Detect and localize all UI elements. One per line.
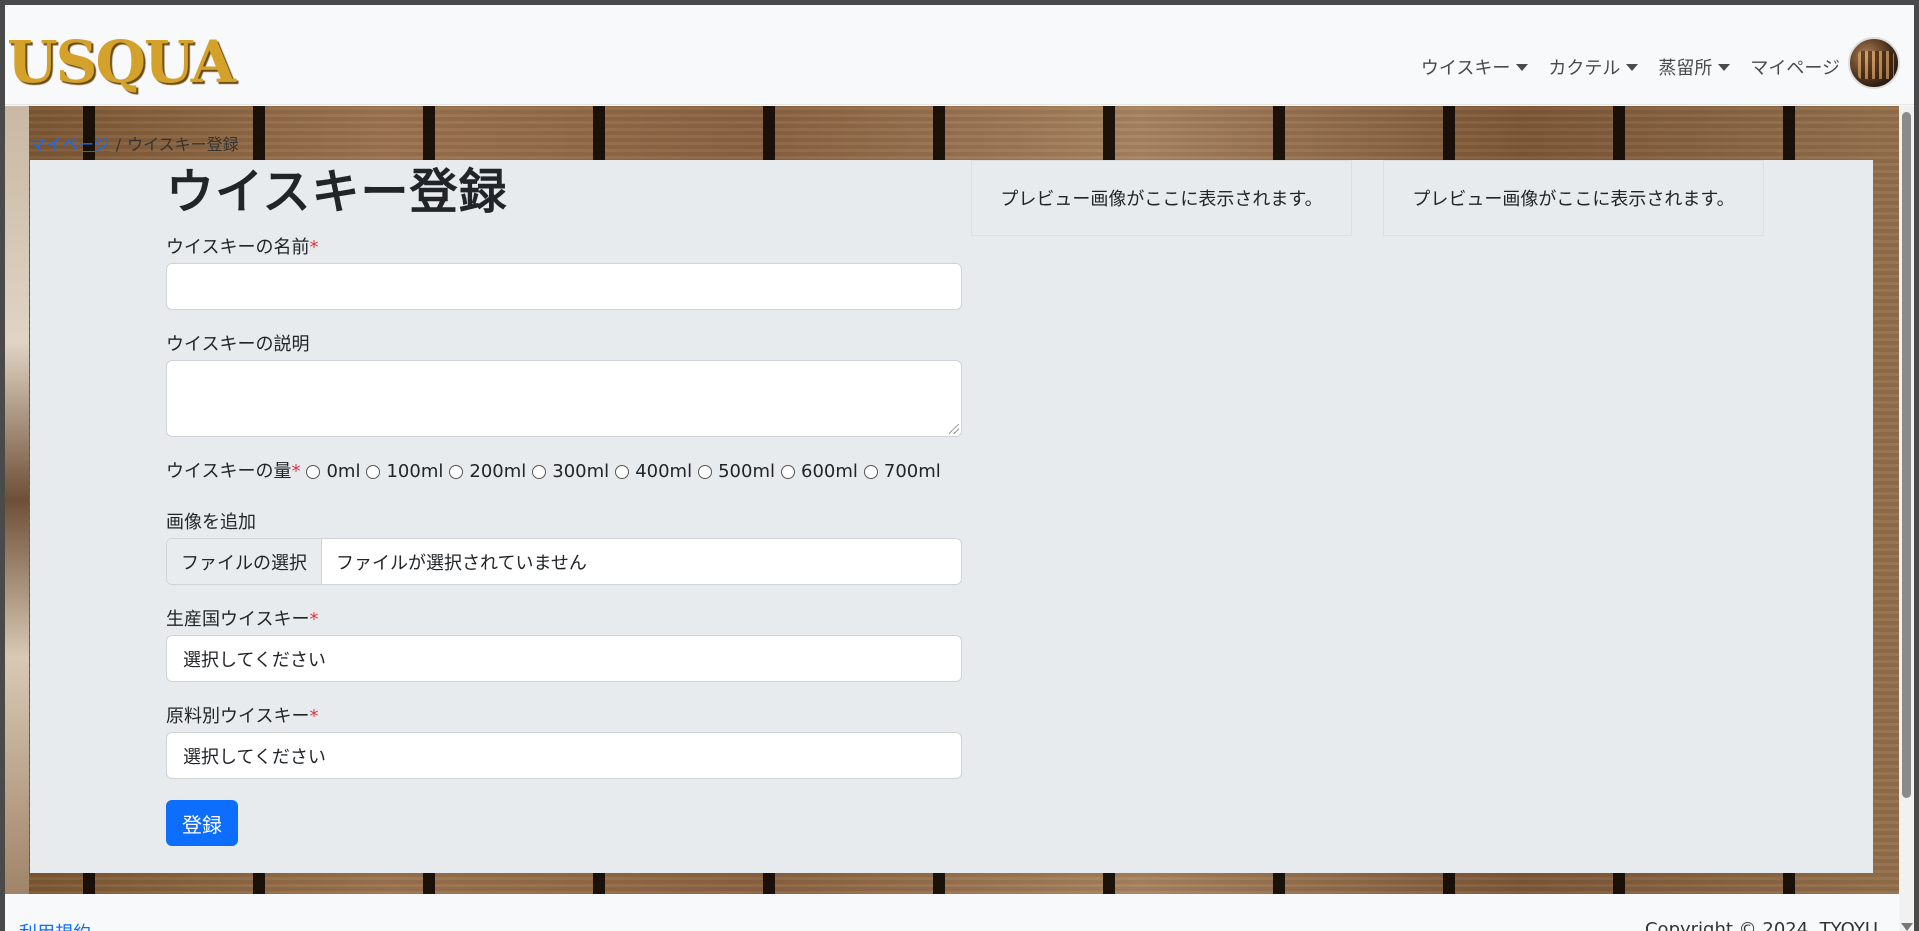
radio-icon[interactable] [532,465,547,479]
description-label: ウイスキーの説明 [166,334,310,355]
caret-down-icon [1516,63,1529,71]
navbar: USQUA ウイスキー カクテル 蒸留所 マイページ [5,5,1914,105]
breadcrumb-separator: / [115,135,122,154]
radio-label: 700ml [883,461,941,482]
image-label: 画像を追加 [166,512,256,533]
site-logo[interactable]: USQUA [7,31,236,93]
country-label-text: 生産国ウイスキー [166,609,310,630]
radio-icon[interactable] [306,465,321,479]
required-mark: * [309,609,319,630]
radio-label: 500ml [718,461,775,482]
country-label: 生産国ウイスキー* [166,608,318,632]
whisky-description-textarea[interactable] [166,360,962,437]
material-label: 原料別ウイスキー* [166,705,318,729]
nav-item-cocktail[interactable]: カクテル [1548,53,1639,81]
radio-icon[interactable] [449,465,464,479]
amount-option-400ml[interactable]: 400ml [615,460,692,484]
radio-icon[interactable] [366,465,381,479]
name-label: ウイスキーの名前* [166,236,318,260]
caret-down-icon [1626,63,1639,71]
breadcrumb-current: ウイスキー登録 [127,135,239,154]
amount-radio-group: ウイスキーの量* 0ml 100ml 200ml 300ml 400ml 500… [166,460,941,484]
caret-down-icon [1718,63,1731,71]
material-label-text: 原料別ウイスキー [166,706,310,727]
terms-link[interactable]: 利用規約 [19,919,91,931]
nav-item-label: カクテル [1548,58,1621,79]
amount-label-text: ウイスキーの量 [166,461,292,482]
file-select-button[interactable]: ファイルの選択 [167,539,322,584]
radio-label: 0ml [326,461,361,482]
radio-label: 100ml [386,461,444,482]
image-file-input[interactable]: ファイルの選択 ファイルが選択されていません [166,538,962,585]
amount-option-700ml[interactable]: 700ml [863,460,941,484]
radio-label: 600ml [801,461,858,482]
radio-label: 400ml [635,461,693,482]
required-mark: * [309,237,319,258]
amount-option-300ml[interactable]: 300ml [532,460,609,484]
page-title: ウイスキー登録 [166,164,508,220]
main-panel: ウイスキー登録 ウイスキーの名前* ウイスキーの説明 ウイスキーの量* 0ml … [30,160,1873,873]
file-status-text: ファイルが選択されていません [336,552,587,574]
page-scrollbar[interactable] [1899,106,1914,931]
user-avatar[interactable] [1848,37,1900,89]
radio-label: 300ml [552,461,610,482]
radio-icon[interactable] [615,465,630,479]
radio-icon[interactable] [698,465,713,479]
radio-icon[interactable] [863,465,878,479]
nav-item-label: ウイスキー [1420,58,1511,79]
nav-item-whisky[interactable]: ウイスキー [1420,53,1529,81]
amount-label: ウイスキーの量* [166,460,300,484]
material-select[interactable]: 選択してください [166,732,962,779]
preview-box-2: プレビュー画像がここに表示されます。 [1383,160,1764,236]
preview-box-1: プレビュー画像がここに表示されます。 [971,160,1352,236]
amount-option-600ml[interactable]: 600ml [781,460,858,484]
resize-grip-icon[interactable] [949,424,959,434]
scrollbar-thumb[interactable] [1902,112,1911,798]
radio-icon[interactable] [781,465,795,479]
amount-option-200ml[interactable]: 200ml [449,460,526,484]
nav-menu: ウイスキー カクテル 蒸留所 マイページ [1401,53,1840,81]
wood-background-edge [5,106,29,894]
breadcrumb: マイページ / ウイスキー登録 [30,135,239,155]
browser-viewport: USQUA ウイスキー カクテル 蒸留所 マイページ マイページ / ウイスキー登録 [5,5,1914,931]
radio-label: 200ml [469,461,527,482]
submit-button[interactable]: 登録 [166,800,238,846]
breadcrumb-link-mypage[interactable]: マイページ [30,135,110,154]
amount-option-100ml[interactable]: 100ml [366,460,443,484]
nav-item-label: マイページ [1750,58,1840,79]
country-select[interactable]: 選択してください [166,635,962,682]
required-mark: * [309,706,319,727]
whisky-name-input[interactable] [166,263,962,310]
amount-option-0ml[interactable]: 0ml [306,460,360,484]
nav-item-mypage[interactable]: マイページ [1750,53,1840,81]
copyright-text: Copyright © 2024. TYOYU [1644,919,1878,931]
nav-item-distillery[interactable]: 蒸留所 [1658,53,1731,81]
amount-option-500ml[interactable]: 500ml [698,460,775,484]
scroll-down-arrow-icon[interactable] [1901,923,1913,931]
nav-item-label: 蒸留所 [1658,58,1713,79]
name-label-text: ウイスキーの名前 [166,237,310,258]
required-mark: * [291,461,301,482]
